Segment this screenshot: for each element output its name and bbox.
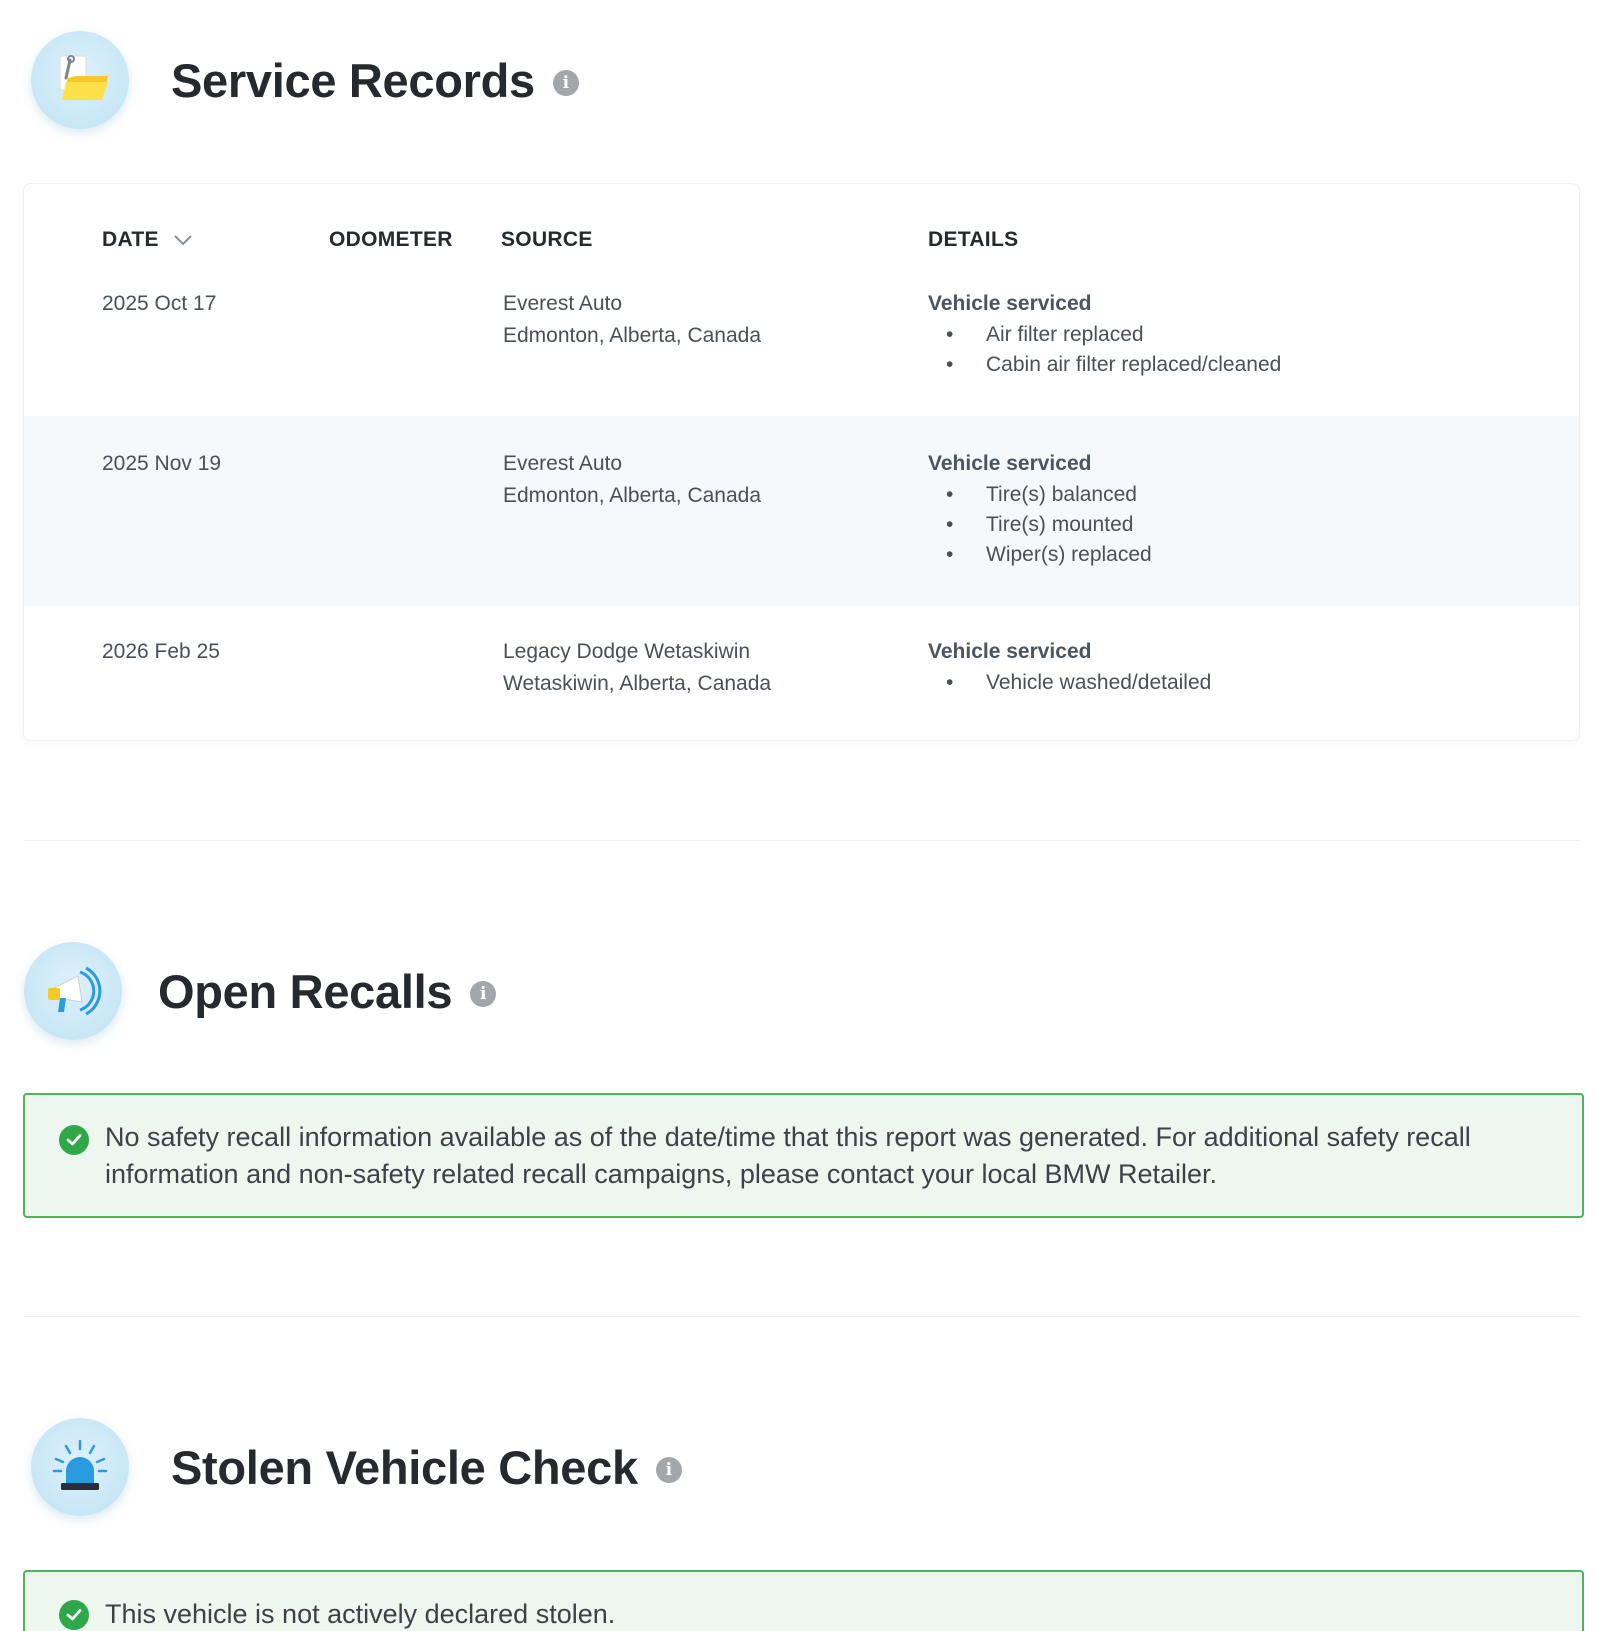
row-details: Vehicle serviced Tire(s) balanced Tire(s…	[928, 448, 1152, 570]
row-date: 2025 Nov 19	[102, 452, 222, 475]
source-name: Everest Auto	[503, 292, 623, 315]
table-row: 2025 Oct 17 Everest Auto Edmonton, Alber…	[24, 284, 1579, 436]
source-name: Everest Auto	[503, 452, 623, 475]
details-title: Vehicle serviced	[928, 292, 1092, 315]
list-item: Cabin air filter replaced/cleaned	[928, 350, 1281, 380]
info-icon[interactable]: i	[470, 981, 497, 1007]
check-circle-icon	[59, 1600, 89, 1630]
column-header-odometer: ODOMETER	[329, 228, 453, 251]
recall-message: No safety recall information available a…	[105, 1122, 1471, 1189]
section-divider	[23, 840, 1580, 841]
list-item: Vehicle washed/detailed	[928, 668, 1211, 698]
chevron-down-icon	[174, 235, 192, 246]
column-header-source: SOURCE	[501, 228, 593, 251]
service-folder-icon	[31, 31, 129, 129]
source-location: Edmonton, Alberta, Canada	[503, 484, 762, 507]
row-source: Everest Auto Edmonton, Alberta, Canada	[503, 448, 761, 512]
source-location: Wetaskiwin, Alberta, Canada	[503, 672, 772, 695]
stolen-check-header: Stolen Vehicle Check i	[31, 1418, 682, 1516]
row-date: 2026 Feb 25	[102, 640, 220, 663]
recall-status-alert: No safety recall information available a…	[23, 1093, 1584, 1218]
table-row: 2026 Feb 25 Legacy Dodge Wetaskiwin Weta…	[24, 606, 1579, 726]
service-records-table: DATE ODOMETER SOURCE DETAILS 2025 Oct 17…	[23, 183, 1580, 741]
row-details: Vehicle serviced Vehicle washed/detailed	[928, 636, 1211, 698]
column-header-date[interactable]: DATE	[102, 228, 193, 252]
check-circle-icon	[59, 1125, 89, 1155]
megaphone-icon	[24, 942, 122, 1040]
list-item: Tire(s) balanced	[928, 480, 1152, 510]
section-title-service-records: Service Records	[171, 53, 535, 107]
list-item: Air filter replaced	[928, 320, 1281, 350]
list-item: Wiper(s) replaced	[928, 540, 1152, 570]
row-date: 2025 Oct 17	[102, 292, 217, 315]
column-header-date-label: DATE	[102, 228, 159, 251]
open-recalls-header: Open Recalls i	[24, 942, 497, 1040]
row-source: Legacy Dodge Wetaskiwin Wetaskiwin, Albe…	[503, 636, 771, 700]
details-title: Vehicle serviced	[928, 452, 1092, 475]
list-item: Tire(s) mounted	[928, 510, 1152, 540]
details-list: Vehicle washed/detailed	[928, 668, 1211, 698]
section-divider	[23, 1316, 1580, 1317]
details-list: Air filter replaced Cabin air filter rep…	[928, 320, 1281, 380]
row-source: Everest Auto Edmonton, Alberta, Canada	[503, 288, 761, 352]
source-name: Legacy Dodge Wetaskiwin	[503, 640, 751, 663]
section-title-stolen-check: Stolen Vehicle Check	[171, 1440, 638, 1494]
stolen-status-alert: This vehicle is not actively declared st…	[23, 1570, 1584, 1631]
table-row: 2025 Nov 19 Everest Auto Edmonton, Alber…	[24, 416, 1579, 606]
details-list: Tire(s) balanced Tire(s) mounted Wiper(s…	[928, 480, 1152, 570]
stolen-message: This vehicle is not actively declared st…	[105, 1599, 616, 1629]
siren-icon	[31, 1418, 129, 1516]
service-records-header: Service Records i	[31, 31, 579, 129]
info-icon[interactable]: i	[552, 70, 579, 96]
table-header: DATE ODOMETER SOURCE DETAILS	[24, 228, 1579, 258]
column-header-details: DETAILS	[928, 228, 1019, 251]
source-location: Edmonton, Alberta, Canada	[503, 324, 762, 347]
row-details: Vehicle serviced Air filter replaced Cab…	[928, 288, 1281, 380]
info-icon[interactable]: i	[655, 1457, 682, 1483]
section-title-open-recalls: Open Recalls	[158, 964, 453, 1018]
details-title: Vehicle serviced	[928, 640, 1092, 663]
